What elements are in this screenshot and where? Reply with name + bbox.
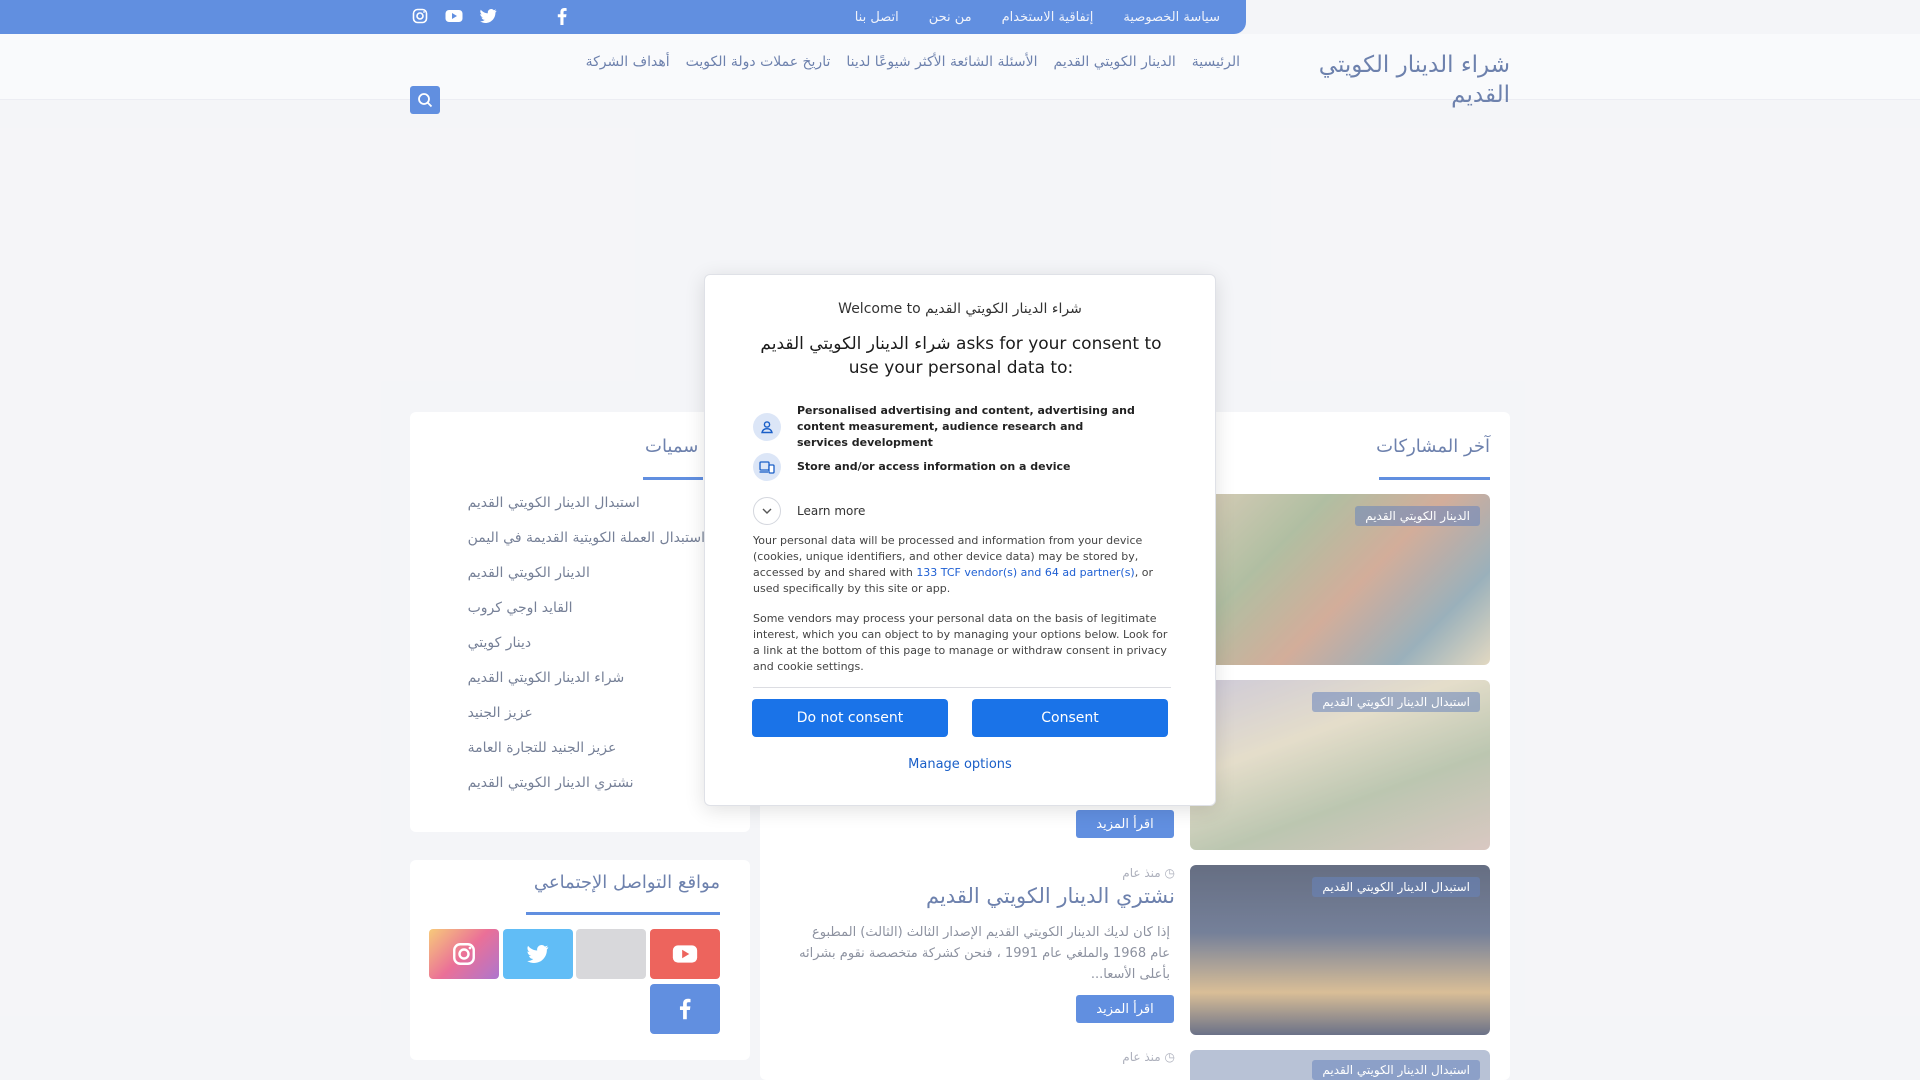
device-icon: [753, 453, 781, 481]
consent-welcome: Welcome to شراء الدينار الكويتي القديم: [838, 301, 1082, 317]
consent-purpose-advertising: Personalised advertising and content, ad…: [753, 403, 1137, 451]
purpose-storage-text: Store and/or access information on a dev…: [797, 460, 1071, 473]
manage-options-link[interactable]: Manage options: [705, 757, 1215, 772]
person-icon: [753, 413, 781, 441]
learn-more-label[interactable]: Learn more: [797, 504, 865, 518]
consent-paragraph-2: Some vendors may process your personal d…: [753, 612, 1168, 673]
consent-button[interactable]: Consent: [972, 699, 1168, 737]
chevron-down-icon[interactable]: [753, 497, 781, 525]
consent-dialog: Welcome to شراء الدينار الكويتي القديم ش…: [704, 274, 1216, 806]
consent-divider: [753, 687, 1171, 688]
do-not-consent-button[interactable]: Do not consent: [752, 699, 948, 737]
learn-more-toggle[interactable]: Learn more: [753, 497, 865, 525]
vendors-link[interactable]: 133 TCF vendor(s) and 64 ad partner(s): [916, 566, 1134, 579]
consent-purpose-storage: Store and/or access information on a dev…: [753, 453, 1137, 481]
consent-paragraph-1: Your personal data will be processed and…: [753, 533, 1171, 597]
purpose-advertising-text: Personalised advertising and content, ad…: [797, 404, 1135, 449]
consent-heading: شراء الدينار الكويتي القديم asks for you…: [760, 334, 1162, 378]
